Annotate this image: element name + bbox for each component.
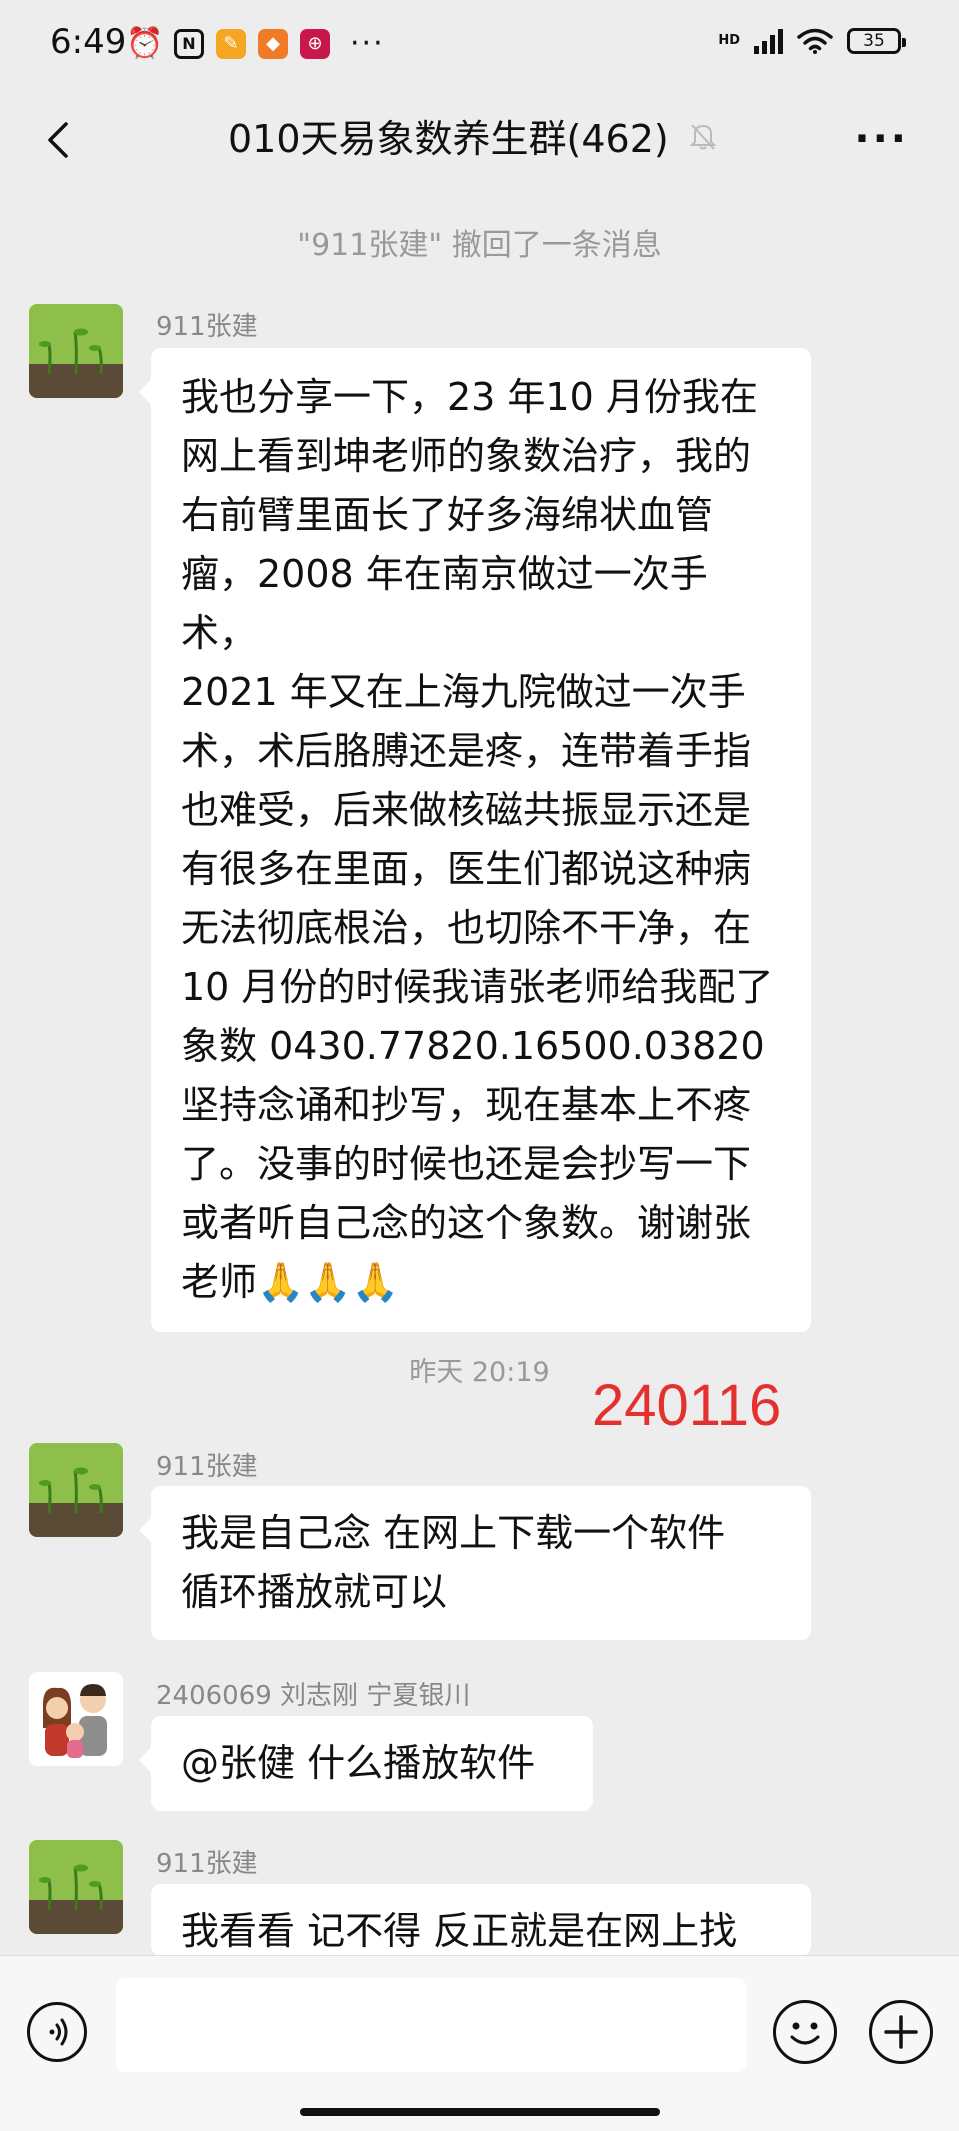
nfc-icon: N [174, 28, 204, 59]
message-line: 循环播放就可以 [181, 1570, 448, 1614]
wifi-icon [797, 28, 833, 54]
chat-title: 010天易象数养生群(462) [228, 117, 669, 161]
message-line: 我也分享一下，23 年10 月份我在 [181, 375, 758, 419]
battery-icon: 35 [847, 28, 906, 54]
message-line: 象数 0430.77820.16500.03820 [181, 1024, 765, 1068]
message-line: 右前臂里面长了好多海绵状血管 [181, 493, 714, 537]
sender-name: 911张建 [156, 1452, 258, 1482]
recall-notice: "911张建" 撤回了一条消息 [297, 228, 662, 263]
avatar[interactable] [29, 1840, 123, 1934]
avatar[interactable] [29, 1443, 123, 1537]
family-avatar-image [29, 1672, 123, 1766]
message-bubble[interactable]: @张健 什么播放软件 [139, 1716, 593, 1811]
message-line: 无法彻底根治，也切除不干净，在 [181, 906, 752, 950]
message-line: 我看看 记不得 反正就是在网上找 [181, 1909, 738, 1953]
message-line: 老师🙏🙏🙏 [181, 1260, 399, 1304]
back-arrow-icon[interactable] [40, 120, 80, 160]
sender-name: 2406069 刘志刚 宁夏银川 [156, 1681, 471, 1711]
message-line: 网上看到坤老师的象数治疗，我的 [181, 434, 752, 478]
message-line: 我是自己念 在网上下载一个软件 [181, 1511, 726, 1555]
status-bar: 6:49 ⏰ N ✎ ◆ ⊕ ··· HD 35 [0, 0, 959, 90]
more-notifications-icon: ··· [350, 26, 385, 61]
message-line: 2021 年又在上海九院做过一次手 [181, 670, 746, 714]
app-notification-icon: ◆ [258, 28, 288, 59]
sprout-avatar-image [29, 304, 123, 398]
input-bar [0, 1955, 959, 2131]
message-line: 有很多在里面，医生们都说这种病 [181, 847, 752, 891]
plus-icon[interactable] [869, 2000, 933, 2064]
battery-level: 35 [863, 31, 885, 51]
message-line: 术，术后胳膊还是疼，连带着手指 [181, 729, 752, 773]
message-line: 了。没事的时候也还是会抄写一下 [181, 1142, 752, 1186]
mute-bell-icon [689, 123, 717, 150]
avatar[interactable] [29, 304, 123, 398]
message-line: 10 月份的时候我请张老师给我配了 [181, 965, 774, 1009]
message-line: 也难受，后来做核磁共振显示还是 [181, 788, 752, 832]
sprout-avatar-image [29, 1443, 123, 1537]
app-notification-icon: ⊕ [300, 28, 330, 59]
avatar[interactable] [29, 1672, 123, 1766]
message-bubble[interactable]: 我也分享一下，23 年10 月份我在 网上看到坤老师的象数治疗，我的 右前臂里面… [139, 348, 811, 1332]
chat-title-wrap: 010天易象数养生群(462) [228, 108, 719, 163]
message-line: 瘤，2008 年在南京做过一次手术， [181, 552, 708, 655]
sender-name: 911张建 [156, 312, 258, 342]
home-indicator[interactable] [300, 2108, 660, 2116]
signal-icon [754, 28, 783, 54]
message-line: @张健 什么播放软件 [181, 1741, 536, 1785]
status-time: 6:49 [50, 22, 127, 62]
message-line: 或者听自己念的这个象数。谢谢张 [181, 1201, 752, 1245]
message-input[interactable] [116, 1978, 746, 2072]
message-bubble[interactable]: 我是自己念 在网上下载一个软件 循环播放就可以 [139, 1486, 811, 1640]
sprout-avatar-image [29, 1840, 123, 1934]
date-stamp-overlay: 240116 [592, 1373, 782, 1438]
app-notification-icon: ✎ [216, 28, 246, 59]
voice-icon[interactable] [27, 2002, 87, 2062]
emoji-icon[interactable] [773, 2000, 837, 2064]
message-bubble[interactable]: 我看看 记不得 反正就是在网上找 [151, 1884, 811, 1956]
sender-name: 911张建 [156, 1849, 258, 1879]
message-line: 坚持念诵和抄写，现在基本上不疼 [181, 1083, 752, 1127]
more-dots-icon[interactable]: ··· [854, 116, 909, 162]
chat-header: 010天易象数养生群(462) ··· [0, 90, 959, 190]
status-notification-icons: ⏰ N ✎ ◆ ⊕ ··· [126, 26, 385, 61]
time-separator: 昨天 20:19 [409, 1357, 550, 1388]
status-right: HD 35 [718, 28, 906, 54]
alarm-icon: ⏰ [126, 26, 164, 61]
hd-label: HD [718, 33, 740, 48]
